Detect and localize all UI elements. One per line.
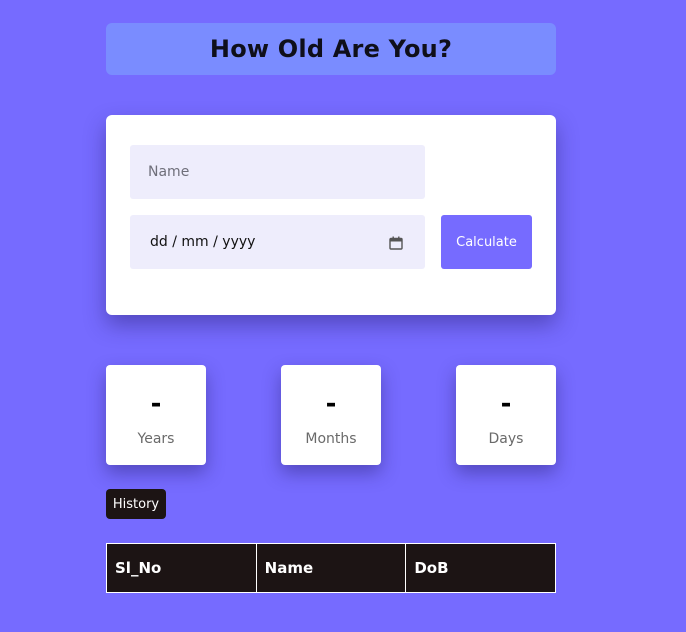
calculate-button[interactable]: Calculate: [441, 215, 532, 269]
years-label: Years: [137, 431, 175, 447]
column-header-sl-no: Sl_No: [106, 543, 257, 593]
date-input[interactable]: dd / mm / yyyy: [130, 215, 425, 269]
years-value: -: [150, 389, 162, 419]
days-value: -: [500, 389, 512, 419]
name-input[interactable]: [130, 145, 425, 199]
years-result-box: - Years: [106, 365, 206, 465]
page-title: How Old Are You?: [209, 35, 453, 63]
days-label: Days: [488, 431, 524, 447]
history-table-header-row: Sl_No Name DoB: [106, 543, 556, 593]
age-form-card: dd / mm / yyyy Calculate: [106, 115, 556, 315]
months-value: -: [325, 389, 337, 419]
history-table: Sl_No Name DoB: [106, 543, 556, 593]
days-result-box: - Days: [456, 365, 556, 465]
months-result-box: - Months: [281, 365, 381, 465]
months-label: Months: [305, 431, 357, 447]
column-header-dob: DoB: [405, 543, 556, 593]
title-bar: How Old Are You?: [106, 23, 556, 75]
history-button[interactable]: History: [106, 489, 166, 519]
calendar-icon[interactable]: [389, 235, 403, 250]
column-header-name: Name: [255, 543, 407, 593]
date-input-text: dd / mm / yyyy: [150, 234, 256, 250]
